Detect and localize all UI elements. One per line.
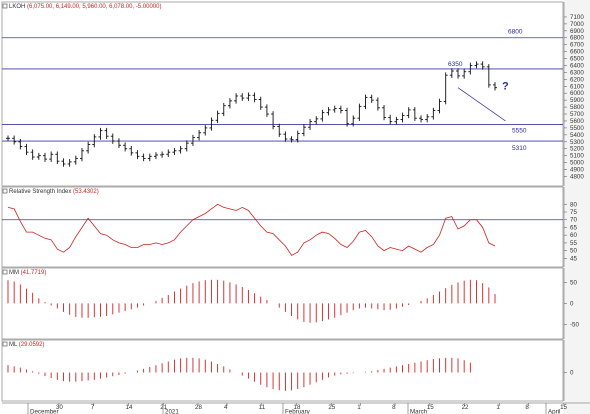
panel-frame [1, 186, 564, 268]
y-tick-label: 5600 [570, 118, 584, 125]
y-tick-label: 5900 [570, 97, 584, 104]
x-tick-label: 15 [560, 404, 567, 411]
y-tick-label: 6400 [570, 62, 584, 69]
y-tick-label: 70 [570, 217, 577, 224]
x-tick-label: 8 [392, 404, 396, 411]
y-tick-label: 50 [570, 279, 577, 286]
level-annotation: 5310 [512, 145, 527, 152]
x-tick-label: 11 [259, 404, 266, 411]
panel-value-label: (41.7719) [21, 270, 47, 276]
panel-value-label: (29.0592) [19, 342, 45, 348]
panel-handle-icon [2, 3, 8, 9]
month-label: 2021 [165, 409, 179, 414]
y-tick-label: 55 [570, 240, 577, 247]
x-tick-label: 4 [224, 404, 228, 411]
panel-title: MM (41.7719) [9, 270, 46, 276]
x-tick-label: 22 [462, 404, 469, 411]
panel-value-label: (6,075.00, 6,149.00, 5,960.00, 6,078.00,… [27, 4, 161, 10]
y-tick-label: 5100 [570, 153, 584, 160]
y-tick-label: 6200 [570, 76, 584, 83]
y-tick-label: 5200 [570, 146, 584, 153]
y-tick-label: 45 [570, 255, 577, 262]
x-tick-label: 28 [195, 404, 202, 411]
month-label: April [548, 409, 560, 414]
x-tick-label: 14 [126, 404, 133, 411]
y-tick-label: 7100 [570, 14, 584, 21]
panel-handle-icon [2, 341, 8, 347]
level-annotation: 5550 [512, 127, 527, 134]
y-tick-label: 80 [570, 201, 577, 208]
chart-canvas: LKOH (6,075.00, 6,149.00, 5,960.00, 6,07… [0, 0, 590, 414]
panel-title: ML (29.0592) [9, 342, 44, 348]
month-label: March [410, 409, 428, 414]
y-tick-label: 5300 [570, 139, 584, 146]
panel-title: LKOH (6,075.00, 6,149.00, 5,960.00, 6,07… [9, 4, 161, 10]
panel-frame [1, 339, 564, 402]
y-tick-label: 5800 [570, 104, 584, 111]
panel-title: Relative Strength Index (53.4302) [9, 189, 99, 195]
y-tick-label: 7000 [570, 21, 584, 28]
month-label: December [30, 409, 59, 414]
y-tick-label: 75 [570, 209, 577, 216]
y-tick-label: 6600 [570, 49, 584, 56]
y-tick-label: 6800 [570, 35, 584, 42]
y-tick-label: 5500 [570, 125, 584, 132]
y-tick-label: 60 [570, 232, 577, 239]
y-tick-label: 6300 [570, 69, 584, 76]
panel-handle-icon [2, 188, 8, 194]
x-tick-label: 8 [525, 404, 529, 411]
month-label: February [285, 409, 311, 414]
panel-frame [1, 1, 564, 187]
y-tick-label: 65 [570, 224, 577, 231]
panel-handle-icon [2, 269, 8, 275]
panel-frame [1, 267, 564, 340]
level-annotation: 6350 [448, 61, 463, 68]
chart-window: LKOH (6,075.00, 6,149.00, 5,960.00, 6,07… [0, 0, 590, 414]
y-tick-label: 6700 [570, 42, 584, 49]
x-tick-label: 7 [91, 404, 95, 411]
y-tick-label: 4900 [570, 167, 584, 174]
y-tick-label: 6500 [570, 56, 584, 63]
y-tick-label: 4800 [570, 173, 584, 180]
x-tick-label: 15 [427, 404, 434, 411]
y-tick-label: 6900 [570, 28, 584, 35]
y-tick-label: 0 [570, 300, 574, 307]
y-tick-label: 6000 [570, 90, 584, 97]
y-tick-label: 5000 [570, 160, 584, 167]
y-tick-label: 50 [570, 248, 577, 255]
panel-value-label: (53.4302) [73, 189, 99, 195]
y-tick-label: 5400 [570, 132, 584, 139]
y-tick-label: 5700 [570, 111, 584, 118]
y-tick-label: 0 [570, 370, 574, 377]
y-tick-label: -50 [570, 321, 580, 328]
y-tick-label: 6100 [570, 83, 584, 90]
x-tick-label: 1 [357, 404, 361, 411]
x-tick-label: 1 [496, 404, 500, 411]
level-annotation: 6800 [508, 29, 523, 36]
x-tick-label: 25 [328, 404, 335, 411]
annotation-question-mark: ? [502, 81, 509, 93]
